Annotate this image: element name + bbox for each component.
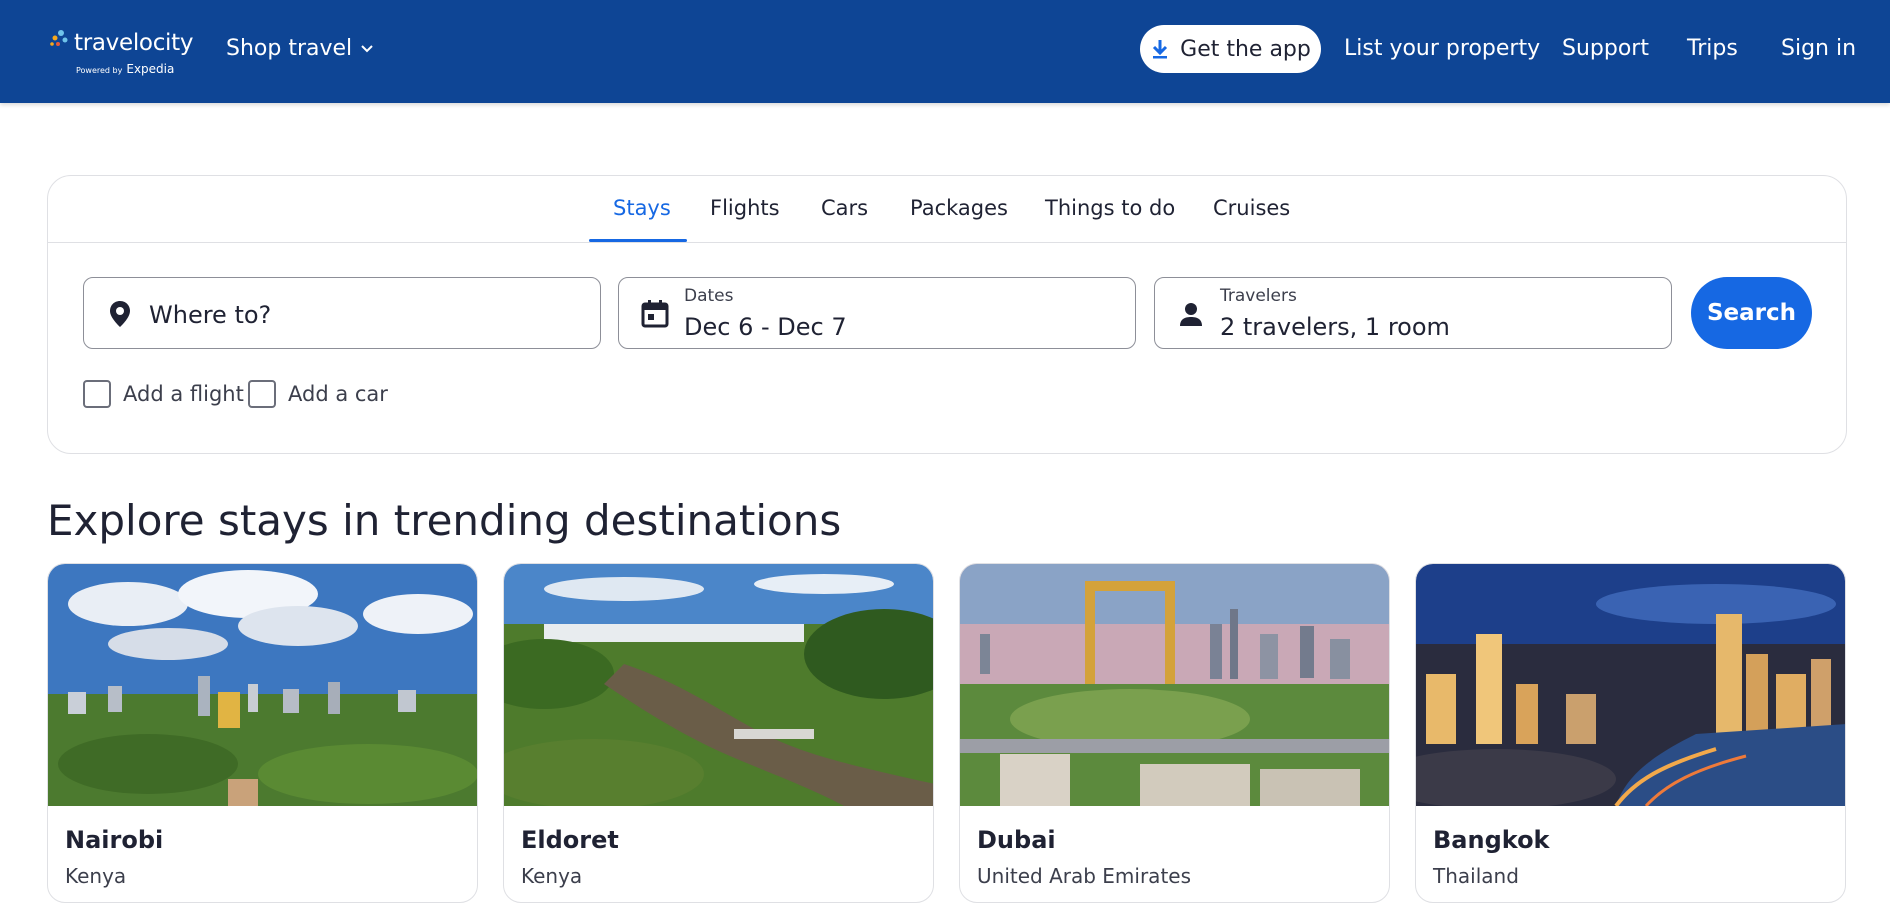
tab-things-to-do[interactable]: Things to do — [1045, 196, 1175, 220]
logo-text: travelocity — [74, 30, 194, 56]
tab-stays[interactable]: Stays — [613, 196, 671, 220]
destination-card-bangkok[interactable]: Bangkok Thailand — [1415, 563, 1846, 903]
add-flight-label: Add a flight — [123, 382, 244, 406]
active-tab-indicator — [589, 239, 687, 242]
dates-label: Dates — [684, 286, 734, 306]
star-logo-icon — [50, 30, 68, 46]
add-car-label: Add a car — [288, 382, 388, 406]
card-country: Kenya — [521, 864, 583, 888]
list-your-property-link[interactable]: List your property — [1344, 36, 1540, 61]
destination-card-dubai[interactable]: Dubai United Arab Emirates — [959, 563, 1390, 903]
bangkok-photo — [1416, 564, 1845, 806]
tab-cars[interactable]: Cars — [821, 196, 868, 220]
search-form-card: Stays Flights Cars Packages Things to do… — [47, 175, 1847, 454]
powered-by-text: Powered by — [76, 66, 123, 75]
chevron-down-icon — [361, 44, 373, 52]
tab-flights[interactable]: Flights — [710, 196, 780, 220]
travelers-label: Travelers — [1220, 286, 1297, 306]
trips-link[interactable]: Trips — [1687, 36, 1738, 61]
travelocity-logo[interactable]: travelocity Powered by Expedia — [46, 24, 193, 76]
search-button[interactable]: Search — [1691, 277, 1812, 349]
get-app-label: Get the app — [1180, 36, 1311, 62]
explore-heading: Explore stays in trending destinations — [47, 496, 842, 545]
logo-powered-by: Powered by Expedia — [76, 62, 174, 76]
dubai-photo — [960, 564, 1389, 806]
shop-travel-menu[interactable]: Shop travel — [226, 36, 374, 61]
travelers-value: 2 travelers, 1 room — [1220, 313, 1450, 341]
shop-travel-label: Shop travel — [226, 36, 353, 61]
location-pin-icon — [110, 301, 130, 327]
destination-card-eldoret[interactable]: Eldoret Kenya — [503, 563, 934, 903]
card-city: Nairobi — [65, 826, 164, 854]
card-country: United Arab Emirates — [977, 864, 1192, 888]
card-country: Thailand — [1433, 864, 1519, 888]
eldoret-photo — [504, 564, 933, 806]
download-icon — [1153, 40, 1168, 59]
add-flight-box[interactable] — [83, 380, 111, 408]
add-car-checkbox[interactable]: Add a car — [248, 380, 388, 408]
dates-field[interactable]: Dates Dec 6 - Dec 7 — [618, 277, 1136, 349]
card-country: Kenya — [65, 864, 127, 888]
card-city: Bangkok — [1433, 826, 1550, 854]
get-the-app-button[interactable]: Get the app — [1140, 25, 1321, 73]
expedia-brand: Expedia — [126, 62, 175, 76]
nairobi-photo — [48, 564, 477, 806]
destination-input[interactable]: Where to? — [83, 277, 601, 349]
destination-placeholder: Where to? — [149, 301, 272, 329]
add-car-box[interactable] — [248, 380, 276, 408]
person-icon — [1180, 303, 1202, 326]
dates-value: Dec 6 - Dec 7 — [684, 313, 847, 341]
tab-packages[interactable]: Packages — [910, 196, 1008, 220]
destination-card-nairobi[interactable]: Nairobi Kenya — [47, 563, 478, 903]
sign-in-link[interactable]: Sign in — [1781, 36, 1856, 61]
card-city: Dubai — [977, 826, 1056, 854]
travelers-field[interactable]: Travelers 2 travelers, 1 room — [1154, 277, 1672, 349]
calendar-icon — [641, 300, 669, 328]
add-flight-checkbox[interactable]: Add a flight — [83, 380, 244, 408]
card-city: Eldoret — [521, 826, 619, 854]
top-header: travelocity Powered by Expedia Shop trave… — [0, 0, 1890, 103]
search-tabs: Stays Flights Cars Packages Things to do… — [48, 176, 1846, 243]
tab-cruises[interactable]: Cruises — [1213, 196, 1290, 220]
support-link[interactable]: Support — [1562, 36, 1649, 61]
